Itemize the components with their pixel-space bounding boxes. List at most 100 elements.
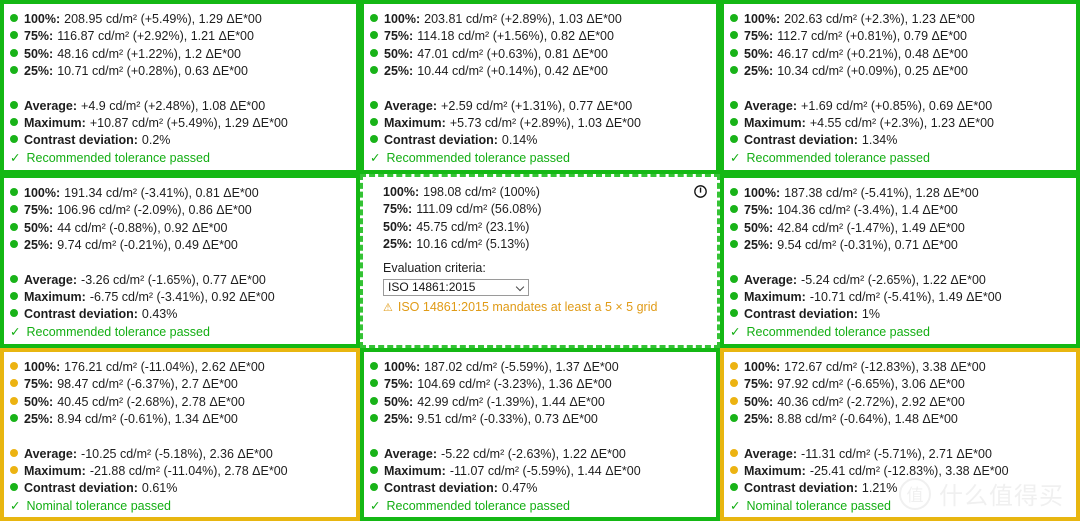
measurement-row-3: 25%: 8.94 cd/m² (-0.61%), 1.34 ΔE*00 [10,411,347,428]
measurement-row-0-label: 100%: [744,360,781,374]
measurement-row-1: 75%: 98.47 cd/m² (-6.37%), 2.7 ΔE*00 [10,376,347,393]
measurement-row-0: 100%: 176.21 cd/m² (-11.04%), 2.62 ΔE*00 [10,359,347,376]
tolerance-status: ✓ Recommended tolerance passed [370,150,707,167]
status-dot-green-icon [10,118,18,127]
summary-row-1-value: -21.88 cd/m² (-11.04%), 2.78 ΔE*00 [89,464,288,479]
evaluation-criteria-select[interactable]: ISO 14861:2015 [383,278,529,296]
summary-row-2-value: 0.47% [501,481,538,496]
status-dot-green-icon [730,205,738,214]
measurement-row-3-value: 8.88 cd/m² (-0.64%), 1.48 ΔE*00 [777,412,958,427]
measurement-row-3-value: 9.54 cd/m² (-0.31%), 0.71 ΔE*00 [777,238,958,253]
evaluation-criteria-label: Evaluation criteria: [383,260,486,275]
summary-row-1-label: Maximum: [744,464,806,479]
measurement-row-0-value: 187.02 cd/m² (-5.59%), 1.37 ΔE*00 [424,360,619,374]
summary-row-0-value: -3.26 cd/m² (-1.65%), 0.77 ΔE*00 [81,272,266,287]
summary-row-0-value: +2.59 cd/m² (+1.31%), 0.77 ΔE*00 [441,98,633,113]
measurement-row-0-value: 203.81 cd/m² (+2.89%), 1.03 ΔE*00 [424,12,622,26]
uniformity-cell-bottom-right[interactable]: 100%: 172.67 cd/m² (-12.83%), 3.38 ΔE*00 7… [720,348,1080,521]
status-dot-green-icon [730,274,738,283]
tolerance-status-text: Recommended tolerance passed [746,150,930,165]
uniformity-cell-top-left[interactable]: 100%: 208.95 cd/m² (+5.49%), 1.29 ΔE*00 75… [0,0,360,174]
status-dot-green-icon [10,292,18,301]
measurement-row-0: 100%: 198.08 cd/m² (100%) [369,184,708,201]
status-dot-green-icon [370,379,378,388]
summary-list: Average: -5.22 cd/m² (-2.63%), 1.22 ΔE*00… [370,446,707,498]
uniformity-cell-middle-right[interactable]: 100%: 187.38 cd/m² (-5.41%), 1.28 ΔE*00 75… [720,174,1080,348]
measurement-row-1-label: 75%: [24,203,54,218]
measurement-row-2: 50%: 45.75 cd/m² (23.1%) [369,219,708,236]
tolerance-status: ✓ Recommended tolerance passed [370,498,707,515]
measurement-row-0-label: 100%: [744,12,781,26]
uniformity-cell-bottom-left[interactable]: 100%: 176.21 cd/m² (-11.04%), 2.62 ΔE*00 7… [0,348,360,521]
measurement-row-3-value: 9.74 cd/m² (-0.21%), 0.49 ΔE*00 [57,238,238,253]
summary-row-0: Average: +4.9 cd/m² (+2.48%), 1.08 ΔE*00 [10,98,347,115]
summary-row-1-value: +4.55 cd/m² (+2.3%), 1.23 ΔE*00 [809,116,994,131]
summary-row-1-label: Maximum: [744,290,806,305]
summary-row-0-label: Average: [744,272,798,287]
status-dot-green-icon [370,448,378,457]
measurement-row-2-label: 50%: [383,219,413,234]
measurement-row-2: 50%: 47.01 cd/m² (+0.63%), 0.81 ΔE*00 [370,46,707,63]
grid-size-warning-text: ISO 14861:2015 mandates at least a 5 × 5… [397,299,658,314]
summary-row-1-label: Maximum: [744,116,806,131]
measurement-row-1-label: 75%: [744,29,774,44]
summary-list: Average: +4.9 cd/m² (+2.48%), 1.08 ΔE*00 M… [10,98,347,150]
summary-row-2-label: Contrast deviation: [384,481,498,496]
summary-row-2-value: 0.2% [141,133,171,148]
check-icon: ✓ [370,498,381,513]
measurement-row-2-label: 50%: [384,394,414,409]
tolerance-status: ✓ Nominal tolerance passed [730,498,1067,515]
chevron-down-icon[interactable] [516,283,525,292]
status-dot-amber-icon [10,448,18,457]
measurement-row-1-value: 106.96 cd/m² (-2.09%), 0.86 ΔE*00 [57,203,252,218]
summary-row-0-label: Average: [24,98,78,113]
status-dot-green-icon [10,205,18,214]
status-dot-green-icon [730,188,738,196]
summary-row-0-label: Average: [744,446,798,461]
measurement-list: 100%: 202.63 cd/m² (+2.3%), 1.23 ΔE*00 75%… [730,11,1067,81]
summary-row-2-value: 0.43% [141,307,178,322]
summary-row-0-value: -10.25 cd/m² (-5.18%), 2.36 ΔE*00 [81,446,273,461]
status-dot-amber-icon [10,466,18,475]
status-dot-green-icon [10,100,18,109]
summary-row-0-label: Average: [384,446,438,461]
summary-row-2-label: Contrast deviation: [744,307,858,322]
summary-row-2-label: Contrast deviation: [384,133,498,148]
status-dot-green-icon [10,66,18,75]
measurement-row-3: 25%: 10.71 cd/m² (+0.28%), 0.63 ΔE*00 [10,63,347,80]
tolerance-status-text: Recommended tolerance passed [386,498,570,513]
tolerance-status: ✓ Recommended tolerance passed [730,324,1067,341]
power-icon[interactable] [694,185,707,198]
status-dot-green-icon [730,31,738,40]
status-dot-green-icon [370,362,378,370]
measurement-row-2-label: 50%: [384,46,414,61]
tolerance-status-text: Nominal tolerance passed [746,498,892,513]
measurement-list: 100%: 203.81 cd/m² (+2.89%), 1.03 ΔE*00 75… [370,11,707,81]
status-dot-green-icon [10,483,18,492]
tolerance-status-text: Nominal tolerance passed [26,498,172,513]
measurement-row-0-label: 100%: [384,360,421,374]
summary-row-0-label: Average: [744,98,798,113]
measurement-row-2-value: 42.99 cd/m² (-1.39%), 1.44 ΔE*00 [417,394,605,409]
tolerance-status: ✓ Recommended tolerance passed [10,324,347,341]
measurement-row-0: 100%: 208.95 cd/m² (+5.49%), 1.29 ΔE*00 [10,11,347,28]
uniformity-cell-middle-left[interactable]: 100%: 191.34 cd/m² (-3.41%), 0.81 ΔE*00 75… [0,174,360,348]
status-dot-green-icon [730,66,738,75]
uniformity-cell-top-right[interactable]: 100%: 202.63 cd/m² (+2.3%), 1.23 ΔE*00 75%… [720,0,1080,174]
measurement-row-1-value: 116.87 cd/m² (+2.92%), 1.21 ΔE*00 [57,29,254,44]
check-icon: ✓ [730,324,741,339]
measurement-list: 100%: 176.21 cd/m² (-11.04%), 2.62 ΔE*00 7… [10,359,347,429]
uniformity-cell-top-center[interactable]: 100%: 203.81 cd/m² (+2.89%), 1.03 ΔE*00 75… [360,0,720,174]
uniformity-cell-bottom-center[interactable]: 100%: 187.02 cd/m² (-5.59%), 1.37 ΔE*00 75… [360,348,720,521]
uniformity-cell-middle-center-reference[interactable]: 100%: 198.08 cd/m² (100%) 75%: 111.09 cd/m²… [360,174,720,348]
measurement-row-2-value: 48.16 cd/m² (+1.22%), 1.2 ΔE*00 [57,46,241,61]
summary-row-1: Maximum: +10.87 cd/m² (+5.49%), 1.29 ΔE*0… [10,115,347,132]
measurement-row-1: 75%: 116.87 cd/m² (+2.92%), 1.21 ΔE*00 [10,28,347,45]
summary-row-0: Average: -11.31 cd/m² (-5.71%), 2.71 ΔE*0… [730,446,1067,463]
summary-row-1-label: Maximum: [24,464,86,479]
measurement-row-2-value: 47.01 cd/m² (+0.63%), 0.81 ΔE*00 [417,46,608,61]
summary-row-2-value: 0.61% [141,481,178,496]
